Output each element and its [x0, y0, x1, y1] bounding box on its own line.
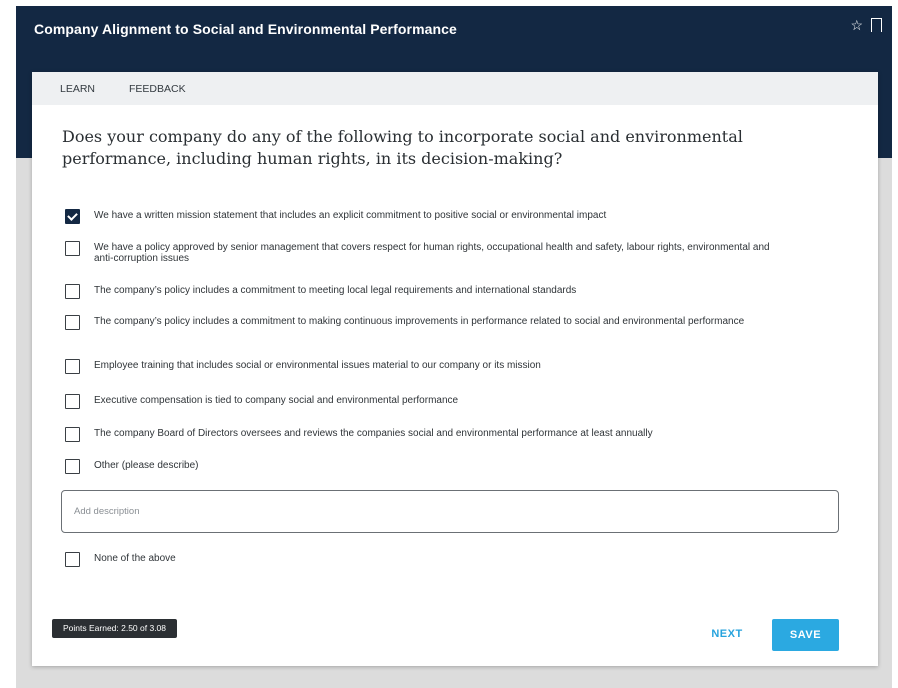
- bookmark-icon[interactable]: [871, 18, 882, 33]
- tab-feedback[interactable]: FEEDBACK: [129, 83, 186, 95]
- option-mission-statement[interactable]: We have a written mission statement that…: [65, 209, 606, 224]
- option-label: We have a written mission statement that…: [94, 210, 607, 221]
- page-title: Company Alignment to Social and Environm…: [34, 21, 457, 37]
- option-executive-compensation[interactable]: Executive compensation is tied to compan…: [65, 394, 458, 409]
- tab-bar: LEARN FEEDBACK: [32, 72, 878, 105]
- star-icon[interactable]: ☆: [850, 17, 863, 33]
- app-frame: Company Alignment to Social and Environm…: [16, 6, 892, 688]
- question-text: Does your company do any of the followin…: [62, 127, 743, 168]
- option-label: Employee training that includes social o…: [94, 360, 541, 371]
- checkbox[interactable]: [65, 209, 80, 224]
- next-button[interactable]: NEXT: [697, 619, 757, 649]
- checkbox[interactable]: [65, 459, 80, 474]
- option-none-of-the-above[interactable]: None of the above: [65, 552, 176, 567]
- tab-learn[interactable]: LEARN: [60, 83, 95, 95]
- checkbox[interactable]: [65, 427, 80, 442]
- option-label: Other (please describe): [94, 460, 199, 471]
- save-button[interactable]: SAVE: [772, 619, 839, 651]
- option-board-oversight[interactable]: The company Board of Directors oversees …: [65, 427, 653, 442]
- option-label: We have a policy approved by senior mana…: [94, 242, 770, 264]
- points-earned-badge: Points Earned: 2.50 of 3.08: [52, 619, 178, 638]
- option-other[interactable]: Other (please describe): [65, 459, 199, 474]
- option-legal-requirements[interactable]: The company’s policy includes a commitme…: [65, 284, 576, 299]
- option-senior-management-policy[interactable]: We have a policy approved by senior mana…: [65, 241, 784, 264]
- option-label: None of the above: [94, 553, 176, 564]
- option-label: The company’s policy includes a commitme…: [94, 316, 745, 327]
- option-label: Executive compensation is tied to compan…: [94, 395, 459, 406]
- checkbox[interactable]: [65, 552, 80, 567]
- description-input[interactable]: [61, 490, 839, 533]
- option-label: The company Board of Directors oversees …: [94, 428, 653, 439]
- checkbox[interactable]: [65, 394, 80, 409]
- checkbox[interactable]: [65, 284, 80, 299]
- question-card: LEARN FEEDBACK Does your company do any …: [32, 72, 878, 666]
- option-label: The company’s policy includes a commitme…: [94, 285, 577, 296]
- header-actions: ☆: [850, 17, 882, 33]
- checkbox[interactable]: [65, 359, 80, 374]
- option-employee-training[interactable]: Employee training that includes social o…: [65, 359, 541, 374]
- option-continuous-improvement[interactable]: The company’s policy includes a commitme…: [65, 315, 744, 330]
- checkbox[interactable]: [65, 241, 80, 256]
- checkbox[interactable]: [65, 315, 80, 330]
